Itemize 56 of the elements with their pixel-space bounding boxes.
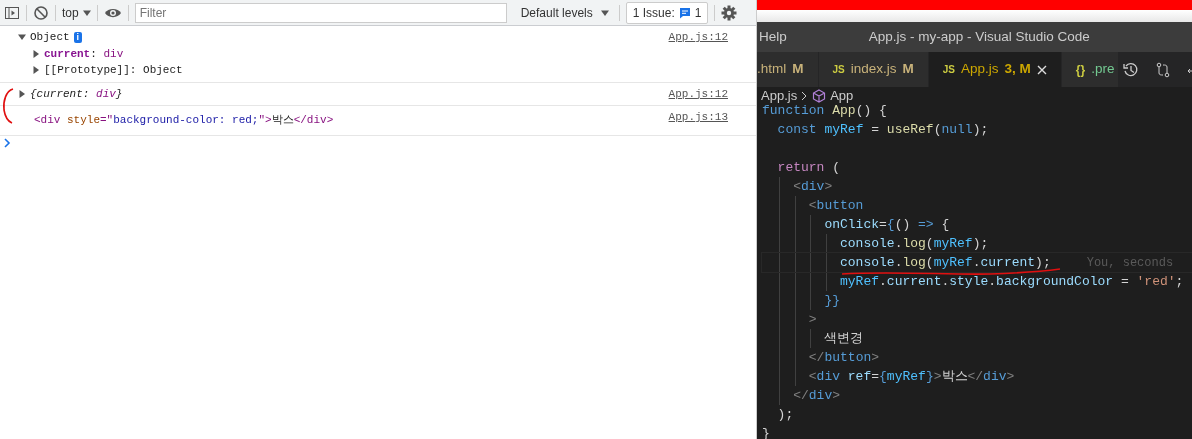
chevron-icon — [801, 91, 809, 101]
settings-icon[interactable] — [721, 4, 738, 21]
editor-tab[interactable]: .html M — [757, 52, 819, 87]
caret-icon — [600, 8, 609, 17]
editor-tab[interactable]: {} .pre — [1061, 52, 1120, 87]
element-text: <div style="background-color: red;">박스</div> — [34, 114, 334, 126]
code-line: console.log(myRef); — [839, 236, 989, 251]
clear-console-icon[interactable] — [33, 4, 49, 21]
source-link[interactable]: App.js:13 — [668, 109, 728, 126]
sidebar-toggle-icon[interactable] — [4, 4, 20, 21]
code-line: function App() { — [762, 103, 887, 118]
caret-icon — [82, 8, 91, 17]
code-line: return ( — [776, 160, 841, 175]
expand-triangle-icon[interactable] — [18, 89, 26, 98]
breadcrumb-item[interactable]: App.js — [761, 86, 798, 106]
code-line: <button — [807, 198, 864, 213]
message-icon — [678, 6, 691, 19]
close-icon[interactable] — [1036, 64, 1047, 75]
filter-field[interactable]: Filter — [134, 2, 507, 23]
property-text: [[Prototype]]: Object — [44, 63, 183, 78]
code-line: } — [762, 426, 770, 439]
code-line: > — [807, 312, 817, 327]
context-dropdown[interactable]: top — [62, 3, 91, 22]
expand-triangle-icon[interactable] — [32, 49, 40, 58]
menu-item[interactable]: Help — [759, 26, 787, 48]
code-line: <div> — [792, 179, 833, 194]
code-line: ); — [776, 407, 794, 422]
collapse-triangle-icon[interactable] — [18, 33, 26, 42]
code-line: }} — [823, 293, 840, 308]
blame-annotation: You, seconds — [1086, 256, 1174, 270]
code-line: onClick={() => { — [823, 217, 950, 232]
issues-button[interactable]: 1 Issue: 1 — [625, 1, 709, 24]
source-link[interactable]: App.js:12 — [668, 85, 728, 102]
code-line: </div> — [792, 388, 841, 403]
source-link[interactable]: App.js:12 — [668, 29, 728, 46]
info-badge: i — [73, 31, 83, 43]
expand-triangle-icon[interactable] — [32, 66, 40, 75]
editor-tab[interactable]: JS App.js 3, M — [928, 52, 1062, 87]
breadcrumb-item[interactable]: App — [830, 86, 854, 106]
code-line: myRef.current.style.backgroundColor = 'red'; — [839, 274, 1184, 289]
code-line: const myRef = useRef(null); — [776, 122, 989, 137]
window-title: App.js - my-app - Visual Studio Code — [868, 27, 1090, 46]
cube-icon — [812, 89, 827, 103]
editor-tab[interactable]: JS index.js M — [818, 52, 929, 87]
code-line: console.log(myRef.current); — [839, 255, 1051, 270]
code-line: 색변경 — [823, 331, 864, 346]
history-icon[interactable] — [1123, 61, 1140, 78]
property-text: current: div — [44, 46, 124, 62]
object-preview: {current: div} — [30, 86, 123, 102]
compare-changes-icon[interactable] — [1155, 61, 1172, 78]
code-line: <div ref={myRef}>박스</div> — [807, 369, 1015, 384]
code-line: </button> — [807, 350, 880, 365]
object-label: Object — [30, 30, 70, 45]
pen-mark — [1, 86, 15, 126]
levels-dropdown[interactable]: Default levels — [520, 3, 609, 22]
prompt-chevron-icon — [4, 137, 11, 148]
